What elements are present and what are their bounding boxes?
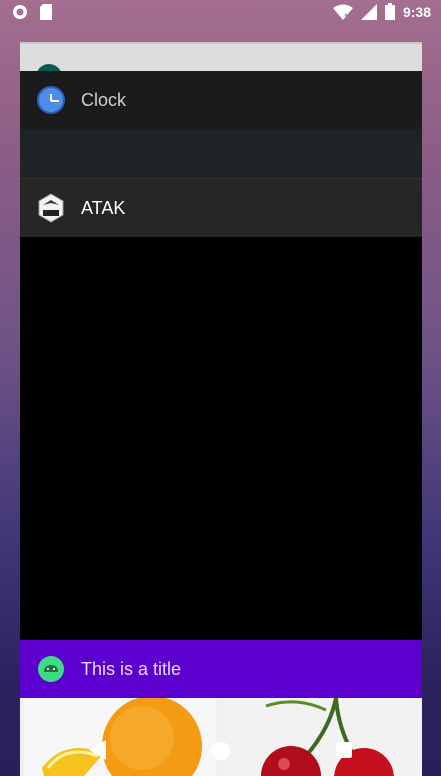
sd-card-icon	[40, 4, 52, 20]
back-icon[interactable]	[89, 740, 107, 760]
android-icon	[38, 656, 64, 682]
record-icon	[13, 5, 27, 19]
status-time: 9:38	[402, 3, 431, 20]
clock-icon	[37, 86, 65, 114]
recents-icon[interactable]	[336, 742, 352, 758]
recent-card-background[interactable]	[20, 42, 422, 90]
card-title-clock: Clock	[81, 89, 127, 110]
home-icon[interactable]	[212, 742, 230, 760]
card-header-clock[interactable]: Clock	[20, 71, 422, 129]
navigation-bar	[0, 726, 441, 776]
card-title-atak: ATAK	[81, 197, 126, 218]
card-title-main: This is a title	[81, 658, 182, 679]
battery-icon	[384, 3, 395, 20]
recent-card-clock[interactable]: Clock	[20, 71, 422, 178]
status-right-icons: 9:38	[332, 3, 431, 20]
card-header-title[interactable]: This is a title	[20, 640, 422, 698]
recent-card-atak[interactable]: ATAK	[20, 178, 422, 640]
wifi-icon	[332, 4, 353, 20]
atak-icon	[38, 193, 64, 223]
status-bar: 9:38	[0, 0, 441, 24]
card-header-atak[interactable]: ATAK	[20, 178, 422, 237]
status-left-icons	[12, 4, 52, 20]
signal-icon	[360, 3, 377, 20]
